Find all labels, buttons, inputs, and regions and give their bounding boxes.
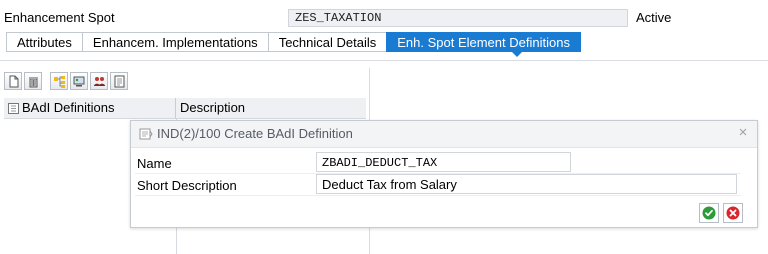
column-header-badi-definitions[interactable]: BAdI Definitions — [4, 98, 176, 118]
enhancement-spot-label: Enhancement Spot — [4, 10, 115, 25]
hierarchy-icon — [53, 75, 65, 88]
document-button[interactable] — [110, 72, 128, 90]
name-field[interactable]: ZBADI_DEDUCT_TAX — [316, 152, 571, 172]
users-icon — [93, 76, 105, 86]
users-button[interactable] — [90, 72, 108, 90]
tab-strip: Attributes Enhancem. Implementations Tec… — [6, 32, 581, 52]
short-description-field[interactable]: Deduct Tax from Salary — [316, 174, 737, 194]
create-button[interactable] — [4, 72, 22, 90]
display-icon — [73, 76, 84, 86]
close-icon[interactable]: × — [735, 125, 751, 141]
dialog-icon — [139, 128, 153, 140]
checkmark-icon — [702, 206, 716, 220]
column-header-description[interactable]: Description — [176, 98, 366, 118]
tab-spot-element-definitions[interactable]: Enh. Spot Element Definitions — [386, 32, 581, 52]
create-badi-dialog: IND(2)/100 Create BAdI Definition × Name… — [130, 120, 758, 228]
tab-attributes[interactable]: Attributes — [6, 32, 82, 52]
confirm-button[interactable] — [699, 203, 719, 223]
document-icon — [114, 75, 124, 87]
delete-icon — [28, 76, 38, 87]
divider — [0, 60, 768, 61]
badi-table-header: BAdI Definitions Description — [4, 98, 366, 119]
dialog-title-bar: IND(2)/100 Create BAdI Definition × — [131, 121, 757, 148]
toolbar — [4, 72, 128, 90]
tree-icon — [8, 102, 19, 114]
status-text: Active — [636, 10, 672, 25]
cancel-icon — [726, 206, 740, 220]
short-description-label: Short Description — [137, 178, 237, 193]
tab-enhancement-implementations[interactable]: Enhancem. Implementations — [81, 32, 268, 52]
enhancement-spot-field: ZES_TAXATION — [288, 9, 628, 27]
cancel-button[interactable] — [723, 203, 743, 223]
dialog-title: IND(2)/100 Create BAdI Definition — [157, 126, 353, 141]
create-icon — [9, 75, 18, 87]
delete-button[interactable] — [24, 72, 42, 90]
tab-technical-details[interactable]: Technical Details — [267, 32, 387, 52]
name-label: Name — [137, 156, 172, 171]
hierarchy-button[interactable] — [50, 72, 68, 90]
display-button[interactable] — [70, 72, 88, 90]
row-divider — [135, 195, 741, 196]
active-tab-indicator — [512, 52, 522, 57]
column-label-badi: BAdI Definitions — [22, 100, 115, 115]
